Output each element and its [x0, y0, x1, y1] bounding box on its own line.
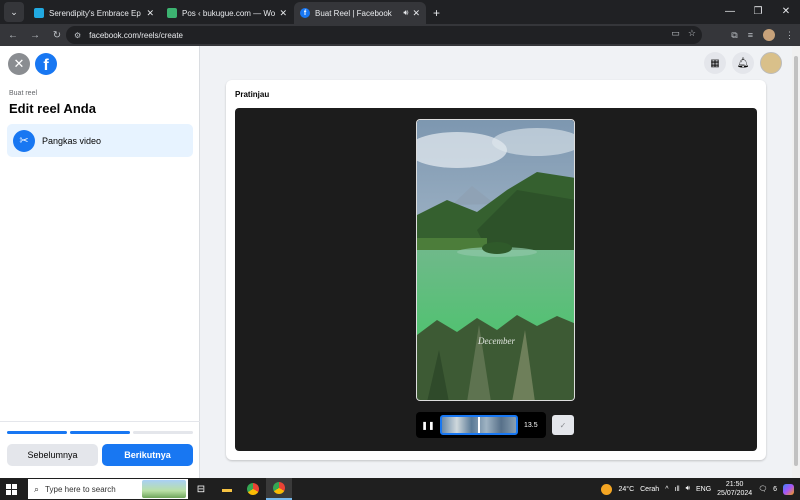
- cast-icon[interactable]: ▭: [671, 28, 680, 39]
- notifications-bell-icon[interactable]: 🔔︎: [732, 52, 754, 74]
- minimize-icon[interactable]: —: [716, 0, 744, 22]
- scissors-icon: ✂: [13, 129, 35, 152]
- chrome-profile-icon[interactable]: [266, 478, 292, 500]
- browser-tab-strip: ⌄ Serendipity's Embrace Ep 2 Sub ✕ Pos ‹…: [0, 0, 800, 24]
- url-bar[interactable]: ⚙︎ facebook.com/reels/create ▭ ☆: [66, 26, 702, 44]
- step-label: Pangkas video: [42, 135, 102, 146]
- chrome-icon[interactable]: [240, 478, 266, 500]
- network-icon[interactable]: ıll: [675, 486, 680, 493]
- tab-1[interactable]: Pos ‹ bukugue.com — WordPress ✕: [161, 2, 293, 24]
- url-text: facebook.com/reels/create: [89, 30, 183, 40]
- menu-grid-icon[interactable]: ▦: [704, 52, 726, 74]
- system-tray: 24°C Cerah ^ ıll 🔊︎ ENG 21:50 25/07/2024…: [601, 478, 800, 500]
- menu-dots-icon[interactable]: ⋮: [785, 30, 794, 41]
- search-icon: ⌕: [34, 483, 40, 494]
- file-explorer-icon[interactable]: ▬: [214, 478, 240, 500]
- bookmark-star-icon[interactable]: ☆: [688, 28, 696, 39]
- forward-icon[interactable]: →: [26, 30, 44, 41]
- facebook-logo-icon[interactable]: f: [35, 53, 57, 75]
- lake-scene-image: [417, 120, 574, 400]
- pause-icon[interactable]: ❚❚: [420, 421, 436, 430]
- windows-start-icon[interactable]: [0, 478, 22, 500]
- clock-time: 21:50: [725, 481, 744, 488]
- page-scrollbar[interactable]: [792, 46, 800, 478]
- volume-icon[interactable]: 🔊︎: [686, 485, 690, 493]
- window-controls: — ❐ ✕: [716, 0, 800, 22]
- trim-controls: ❚❚ 13.5: [416, 412, 546, 438]
- tab-2[interactable]: f Buat Reel | Facebook 🔊︎ ✕: [294, 2, 426, 24]
- breadcrumb: Buat reel: [9, 90, 38, 97]
- tab-0[interactable]: Serendipity's Embrace Ep 2 Sub ✕: [28, 2, 160, 24]
- preview-area: December ❚❚ 13.5 ✓: [235, 108, 757, 451]
- new-tab-button[interactable]: +: [433, 2, 440, 24]
- media-controls-icon[interactable]: ≡: [748, 30, 753, 40]
- tab-favicon-icon: [167, 8, 177, 18]
- clock[interactable]: 21:50 25/07/2024: [717, 480, 752, 498]
- tab-close-icon[interactable]: ✕: [412, 8, 420, 19]
- tab-favicon-icon: [34, 8, 44, 18]
- back-icon[interactable]: ←: [4, 30, 22, 41]
- preview-title: Pratinjau: [235, 90, 270, 99]
- close-icon[interactable]: ✕: [8, 53, 30, 75]
- facebook-reel-create-page: ✕ f Buat reel Edit reel Anda ✂ Pangkas v…: [0, 46, 800, 478]
- weather-text[interactable]: Cerah: [640, 486, 659, 493]
- extensions-icon[interactable]: ⧉: [731, 30, 737, 41]
- profile-avatar-icon[interactable]: [763, 29, 775, 41]
- taskbar: ⌕ Type here to search ⊟ ▬ 24°C Cerah ^ ı…: [0, 478, 800, 500]
- tab-close-icon[interactable]: ✕: [146, 8, 154, 19]
- taskbar-search[interactable]: ⌕ Type here to search: [28, 479, 188, 499]
- weather-temp[interactable]: 24°C: [618, 486, 634, 493]
- preview-card: Pratinjau December ❚❚ 13.5 ✓: [226, 80, 766, 460]
- copilot-icon[interactable]: [783, 483, 794, 495]
- language-indicator[interactable]: ENG: [696, 486, 711, 493]
- previous-button[interactable]: Sebelumnya: [7, 444, 98, 466]
- tab-title: Buat Reel | Facebook: [315, 8, 392, 18]
- close-window-icon[interactable]: ✕: [772, 0, 800, 22]
- duration-label: 13.5: [524, 421, 538, 429]
- address-bar-row: ← → ↻ ⚙︎ facebook.com/reels/create ▭ ☆ ⧉…: [0, 24, 800, 46]
- progress-segment: [70, 431, 130, 434]
- notification-count: 6: [773, 485, 777, 493]
- video-caption: December: [478, 336, 515, 346]
- clock-date: 25/07/2024: [717, 490, 753, 497]
- tab-title: Serendipity's Embrace Ep 2 Sub: [49, 8, 142, 18]
- tab-title: Pos ‹ bukugue.com — WordPress: [182, 8, 276, 18]
- search-placeholder: Type here to search: [45, 484, 116, 494]
- task-view-icon[interactable]: ⊟: [188, 478, 214, 500]
- restore-icon[interactable]: ❐: [744, 0, 772, 22]
- tab-close-icon[interactable]: ✕: [279, 8, 287, 19]
- progress-segment: [133, 431, 193, 434]
- trim-strip[interactable]: [440, 415, 518, 435]
- next-button[interactable]: Berikutnya: [102, 444, 193, 466]
- progress-segment: [7, 431, 67, 434]
- tab-search-icon[interactable]: ⌄: [4, 2, 24, 22]
- step-trim-video[interactable]: ✂ Pangkas video: [7, 124, 193, 157]
- chevron-up-icon[interactable]: ^: [665, 486, 668, 493]
- video-preview[interactable]: December: [416, 119, 575, 401]
- search-highlight-image: [142, 480, 186, 498]
- confirm-check-icon[interactable]: ✓: [552, 415, 574, 435]
- sidebar: ✕ f Buat reel Edit reel Anda ✂ Pangkas v…: [0, 46, 200, 478]
- speaker-icon[interactable]: 🔊︎: [403, 8, 408, 18]
- facebook-favicon-icon: f: [300, 8, 310, 18]
- weather-sun-icon[interactable]: [601, 483, 613, 495]
- playhead-handle[interactable]: [478, 417, 480, 433]
- notification-icon[interactable]: 🗨︎: [758, 485, 767, 493]
- header-actions: ▦ 🔔︎: [704, 52, 782, 74]
- page-title: Edit reel Anda: [9, 101, 96, 116]
- avatar[interactable]: [760, 52, 782, 74]
- site-info-icon[interactable]: ⚙︎: [74, 31, 81, 40]
- step-progress: [7, 431, 193, 434]
- reload-icon[interactable]: ↻: [48, 30, 66, 41]
- divider: [0, 421, 200, 422]
